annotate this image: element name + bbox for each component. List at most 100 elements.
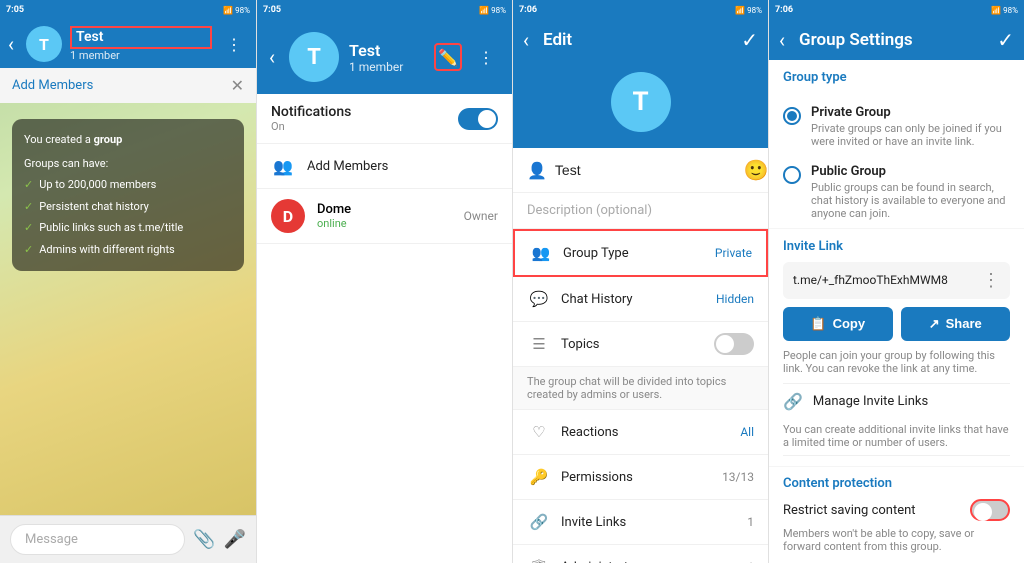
- more-button-1[interactable]: ⋮: [220, 30, 248, 58]
- administrators-row[interactable]: 🛡 Administrators 1: [513, 545, 768, 563]
- close-add-members[interactable]: ✕: [231, 76, 244, 95]
- status-bar-3: 7:06 📶 98%: [513, 0, 768, 20]
- header-title-1: Test: [70, 26, 212, 49]
- private-group-row[interactable]: Private Group Private groups can only be…: [769, 97, 1024, 156]
- add-members-bar: Add Members ✕: [0, 68, 256, 103]
- confirm-edit-button[interactable]: ✓: [741, 28, 758, 52]
- invite-link-box: t.me/+_fhZmooThExhMWM8 ⋮: [783, 262, 1010, 299]
- chat-header: ‹ T Test 1 member ⋮: [0, 20, 256, 68]
- group-type-value: Private: [715, 246, 752, 260]
- link-description: People can join your group by following …: [783, 349, 1010, 375]
- private-group-radio[interactable]: [783, 107, 801, 125]
- link-action-buttons: 📋 Copy ↗ Share: [783, 307, 1010, 341]
- bubble-item-4: ✓ Admins with different rights: [24, 241, 232, 259]
- public-group-radio[interactable]: [783, 166, 801, 184]
- bubble-item-3: ✓ Public links such as t.me/title: [24, 219, 232, 237]
- permissions-row[interactable]: 🔑 Permissions 13/13: [513, 455, 768, 500]
- invite-link-title: Invite Link: [783, 239, 1010, 254]
- back-button-2[interactable]: ‹: [269, 45, 275, 69]
- status-icons-2: 📶 98%: [479, 6, 506, 15]
- group-type-row[interactable]: 👥 Group Type Private: [513, 229, 768, 277]
- edit-button-2[interactable]: ✏️: [434, 43, 462, 71]
- invite-links-value: 1: [747, 515, 754, 529]
- notifications-sub: On: [271, 120, 458, 133]
- private-group-info: Private Group Private groups can only be…: [811, 105, 1010, 148]
- bubble-item-2-text: Persistent chat history: [39, 198, 149, 216]
- invite-link-url: t.me/+_fhZmooThExhMWM8: [793, 273, 976, 287]
- description-row: Description (optional): [513, 193, 768, 229]
- restrict-saving-desc: Members won't be able to copy, save or f…: [783, 527, 1010, 553]
- emoji-button[interactable]: 🙂: [744, 158, 768, 182]
- restrict-saving-toggle[interactable]: [970, 499, 1010, 521]
- edit-avatar-section: T: [513, 60, 768, 148]
- confirm-settings-button[interactable]: ✓: [997, 28, 1014, 52]
- member-name: Dome: [317, 202, 452, 217]
- public-group-label: Public Group: [811, 164, 1010, 179]
- back-button-1[interactable]: ‹: [8, 32, 14, 56]
- topics-description: The group chat will be divided into topi…: [513, 367, 768, 410]
- edit-avatar: T: [611, 72, 671, 132]
- copy-link-button[interactable]: 📋 Copy: [783, 307, 893, 341]
- bubble-item-2: ✓ Persistent chat history: [24, 198, 232, 216]
- bubble-prefix: You created a: [24, 133, 94, 146]
- edit-header: ‹ Edit ✓: [513, 20, 768, 60]
- group-name-input[interactable]: [555, 162, 736, 178]
- edit-name-row: 👤 🙂: [513, 148, 768, 193]
- check-icon-1: ✓: [24, 176, 33, 194]
- member-row[interactable]: D Dome online Owner: [257, 189, 512, 244]
- header-subtitle-1: 1 member: [70, 49, 212, 62]
- group-type-icon: 👥: [529, 241, 553, 265]
- topics-row[interactable]: ☰ Topics: [513, 322, 768, 367]
- description-placeholder: Description (optional): [527, 203, 652, 218]
- group-type-section-title: Group type: [783, 70, 1010, 85]
- bubble-intro: Groups can have:: [24, 155, 232, 173]
- group-type-section: Group type: [769, 60, 1024, 97]
- topics-toggle[interactable]: [714, 333, 754, 355]
- chat-history-row[interactable]: 💬 Chat History Hidden: [513, 277, 768, 322]
- status-icons-4: 📶 98%: [991, 6, 1018, 15]
- content-protection-title: Content protection: [783, 476, 1010, 491]
- share-icon: ↗: [929, 316, 940, 332]
- bubble-item-4-text: Admins with different rights: [39, 241, 175, 259]
- group-settings-header: ‹ Group Settings ✓: [769, 20, 1024, 60]
- public-group-row[interactable]: Public Group Public groups can be found …: [769, 156, 1024, 228]
- group-member-count-2: 1 member: [349, 60, 424, 74]
- topics-label: Topics: [561, 337, 704, 352]
- invite-links-row[interactable]: 🔗 Invite Links 1: [513, 500, 768, 545]
- notifications-row: Notifications On: [257, 94, 512, 144]
- more-button-2[interactable]: ⋮: [472, 43, 500, 71]
- invite-link-more-button[interactable]: ⋮: [982, 270, 1000, 291]
- time-2: 7:05: [263, 5, 281, 15]
- status-bar-2: 7:05 📶 98%: [257, 0, 512, 20]
- invite-links-icon: 🔗: [527, 510, 551, 534]
- restrict-saving-row: Restrict saving content: [783, 499, 1010, 521]
- share-label: Share: [946, 316, 982, 331]
- reactions-label: Reactions: [561, 425, 730, 440]
- manage-links-row[interactable]: 🔗 Manage Invite Links: [783, 383, 1010, 419]
- notifications-toggle[interactable]: [458, 108, 498, 130]
- group-settings-title: Group Settings: [799, 30, 987, 50]
- add-members-text: Add Members: [307, 159, 498, 174]
- edit-title: Edit: [543, 30, 731, 50]
- header-info-1: Test 1 member: [70, 26, 212, 62]
- bubble-item-1: ✓ Up to 200,000 members: [24, 176, 232, 194]
- back-button-3[interactable]: ‹: [523, 28, 529, 52]
- add-members-row[interactable]: 👥 Add Members: [257, 144, 512, 189]
- avatar-1: T: [26, 26, 62, 62]
- share-link-button[interactable]: ↗ Share: [901, 307, 1011, 341]
- content-protection-section: Content protection Restrict saving conte…: [769, 466, 1024, 563]
- group-info-text: Test 1 member: [349, 41, 424, 74]
- attachment-icon[interactable]: 📎: [193, 529, 215, 550]
- back-button-4[interactable]: ‹: [779, 28, 785, 52]
- chat-history-icon: 💬: [527, 287, 551, 311]
- manage-links-desc: You can create additional invite links t…: [783, 423, 1010, 456]
- add-members-label: Add Members: [12, 78, 93, 93]
- panel-chat: 7:05 📶 98% ‹ T Test 1 member ⋮ Add Membe…: [0, 0, 256, 563]
- panel-group-info: 7:05 📶 98% ‹ T Test 1 member ✏️ ⋮ Notifi…: [256, 0, 512, 563]
- private-group-desc: Private groups can only be joined if you…: [811, 122, 1010, 148]
- reactions-row[interactable]: ♡ Reactions All: [513, 410, 768, 455]
- message-input[interactable]: Message: [10, 524, 185, 555]
- mic-icon[interactable]: 🎤: [224, 529, 246, 550]
- administrators-label: Administrators: [561, 560, 737, 563]
- status-icons-1: 📶 98%: [223, 6, 250, 15]
